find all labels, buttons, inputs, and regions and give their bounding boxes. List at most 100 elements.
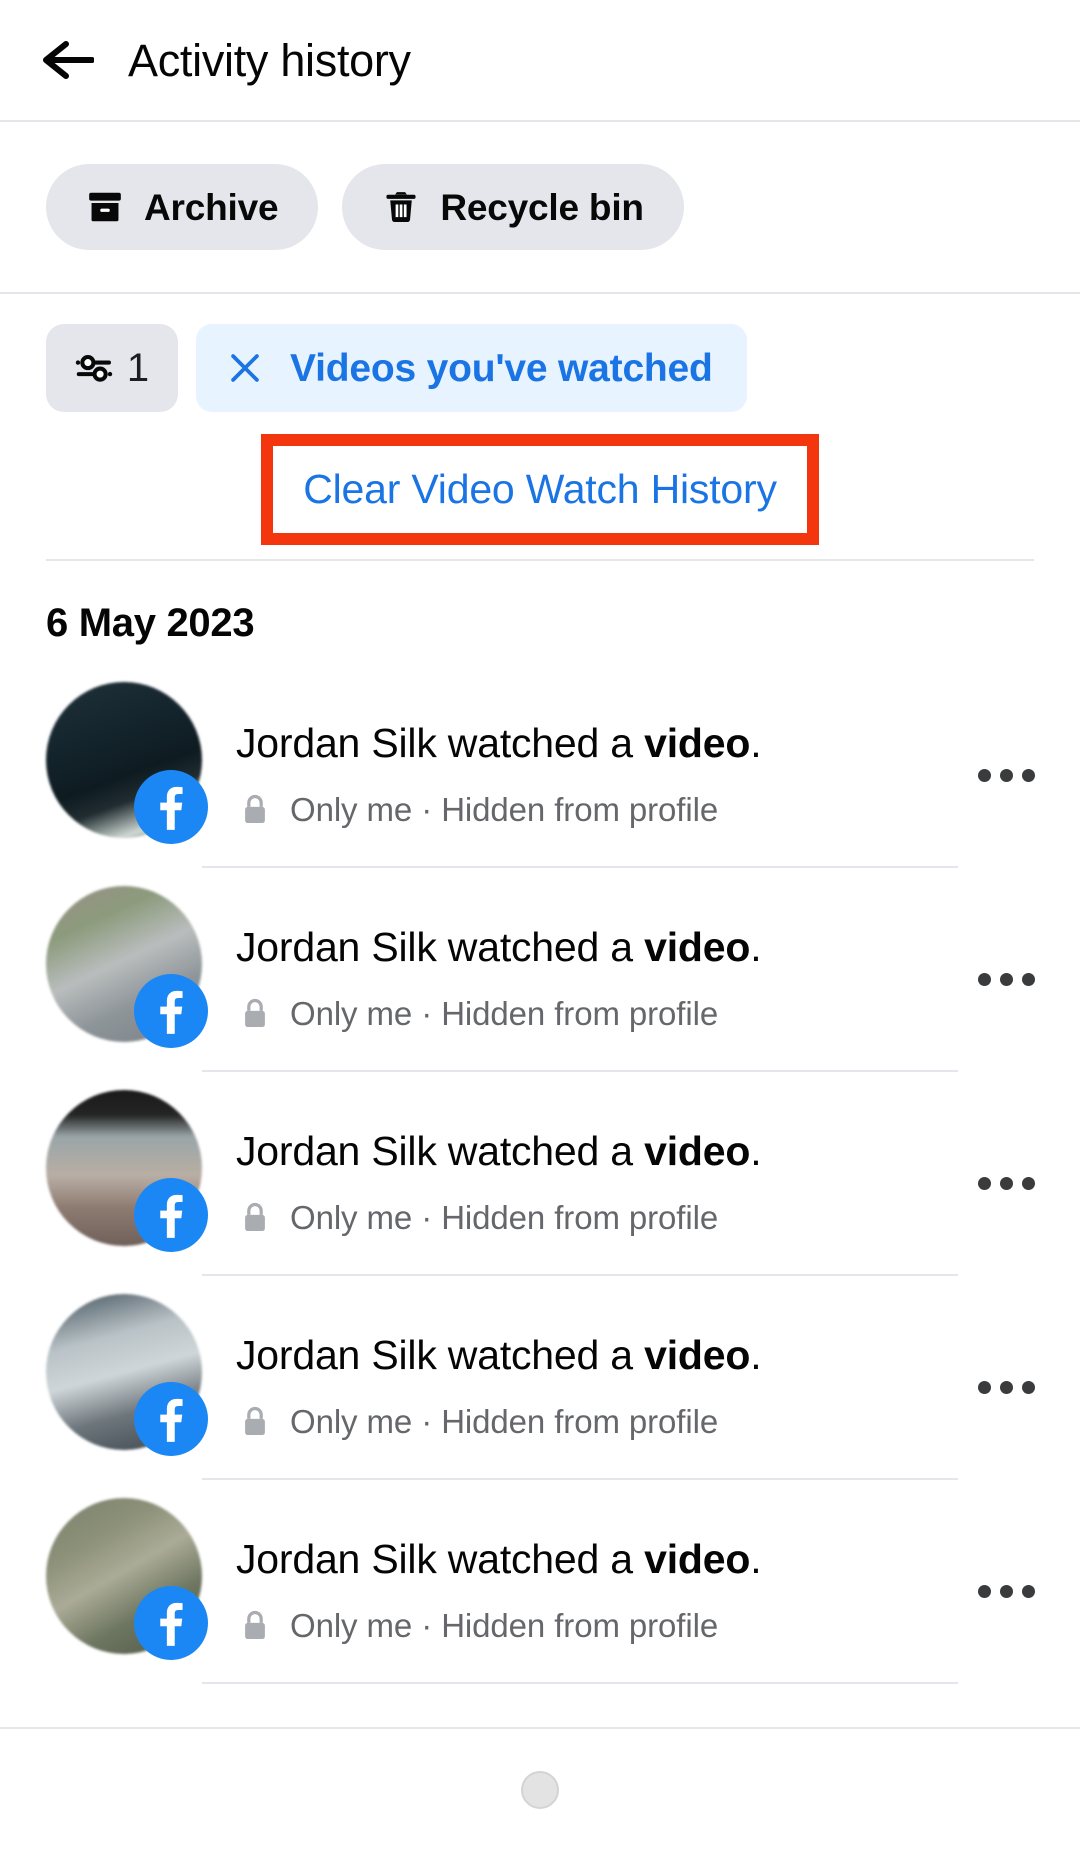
activity-title-prefix: Jordan Silk watched a [236, 720, 645, 767]
activity-row-body: Jordan Silk watched a video. Only me · H… [202, 1294, 958, 1481]
activity-title-suffix: . [750, 924, 762, 971]
lock-icon [236, 791, 274, 829]
archive-box-icon [86, 188, 124, 226]
lock-icon [236, 995, 274, 1033]
activity-meta-text: Only me · Hidden from profile [290, 791, 719, 829]
activity-meta: Only me · Hidden from profile [236, 995, 958, 1033]
activity-title-bold: video [644, 1536, 751, 1583]
filter-row: 1 Videos you've watched [0, 294, 1080, 412]
facebook-icon [134, 1382, 208, 1457]
clear-video-watch-history-link[interactable]: Clear Video Watch History [303, 467, 777, 511]
recycle-bin-chip-label: Recycle bin [440, 186, 644, 228]
page-title: Activity history [128, 34, 411, 86]
bottom-navigation-bar [0, 1727, 1080, 1851]
active-filter-label: Videos you've watched [290, 346, 713, 390]
facebook-icon [134, 1178, 208, 1253]
menu-dot [1021, 972, 1035, 986]
menu-dot [1021, 1176, 1035, 1190]
activity-title: Jordan Silk watched a video. [236, 1535, 958, 1584]
activity-meta: Only me · Hidden from profile [236, 1607, 958, 1645]
activity-row[interactable]: Jordan Silk watched a video. Only me · H… [46, 1072, 1080, 1277]
activity-row[interactable]: Jordan Silk watched a video. Only me · H… [46, 868, 1080, 1073]
activity-title-suffix: . [750, 1536, 762, 1583]
activity-title: Jordan Silk watched a video. [236, 1331, 958, 1380]
activity-meta: Only me · Hidden from profile [236, 1403, 958, 1441]
lock-icon [236, 1607, 274, 1645]
menu-dot [1021, 1584, 1035, 1598]
more-options-icon[interactable] [958, 1294, 1054, 1480]
activity-meta-text: Only me · Hidden from profile [290, 995, 719, 1033]
close-x-icon[interactable] [226, 349, 264, 387]
clear-history-highlight-box: Clear Video Watch History [261, 434, 819, 546]
activity-row[interactable]: Jordan Silk watched a video. Only me · H… [46, 664, 1080, 869]
menu-dot [999, 1584, 1013, 1598]
activity-row[interactable]: Jordan Silk watched a video. Only me · H… [46, 1276, 1080, 1481]
archive-chip-label: Archive [144, 186, 279, 228]
facebook-icon [134, 1586, 208, 1661]
active-filter-pill[interactable]: Videos you've watched [196, 324, 747, 412]
thumbnail-wrap[interactable] [46, 682, 208, 845]
activity-row-body: Jordan Silk watched a video. Only me · H… [202, 886, 958, 1073]
menu-dot [999, 972, 1013, 986]
activity-title-prefix: Jordan Silk watched a [236, 1536, 645, 1583]
activity-list: Jordan Silk watched a video. Only me · H… [0, 664, 1080, 1685]
activity-row[interactable]: Jordan Silk watched a video. Only me · H… [46, 1480, 1080, 1685]
thumbnail-wrap[interactable] [46, 1294, 208, 1457]
lock-icon [236, 1199, 274, 1237]
activity-title-prefix: Jordan Silk watched a [236, 1332, 645, 1379]
shortcut-chips-row: Archive Recycle bin [0, 122, 1080, 294]
menu-dot [977, 768, 991, 782]
menu-dot [1021, 1380, 1035, 1394]
activity-title-suffix: . [750, 720, 762, 767]
activity-row-body: Jordan Silk watched a video. Only me · H… [202, 682, 958, 869]
activity-title-bold: video [644, 720, 751, 767]
menu-dot [977, 1584, 991, 1598]
menu-dot [999, 768, 1013, 782]
more-options-icon[interactable] [958, 682, 1054, 868]
activity-row-body: Jordan Silk watched a video. Only me · H… [202, 1498, 958, 1685]
lock-icon [236, 1403, 274, 1441]
arrow-left-icon [43, 41, 94, 79]
more-options-icon[interactable] [958, 886, 1054, 1072]
activity-title-bold: video [644, 924, 751, 971]
date-header: 6 May 2023 [46, 601, 255, 646]
trash-icon [382, 188, 420, 226]
activity-meta-text: Only me · Hidden from profile [290, 1403, 719, 1441]
activity-title-prefix: Jordan Silk watched a [236, 924, 645, 971]
home-button-icon[interactable] [521, 1771, 559, 1809]
sliders-icon [75, 349, 113, 387]
menu-dot [1021, 768, 1035, 782]
activity-title-prefix: Jordan Silk watched a [236, 1128, 645, 1175]
activity-meta: Only me · Hidden from profile [236, 1199, 958, 1237]
app-header: Activity history [0, 0, 1080, 122]
clear-history-section: Clear Video Watch History [0, 412, 1080, 546]
activity-title-suffix: . [750, 1332, 762, 1379]
thumbnail-wrap[interactable] [46, 1498, 208, 1661]
menu-dot [977, 1176, 991, 1190]
recycle-bin-chip[interactable]: Recycle bin [342, 164, 684, 250]
activity-meta-text: Only me · Hidden from profile [290, 1607, 719, 1645]
more-options-icon[interactable] [958, 1498, 1054, 1684]
activity-title-suffix: . [750, 1128, 762, 1175]
activity-title: Jordan Silk watched a video. [236, 923, 958, 972]
activity-title: Jordan Silk watched a video. [236, 719, 958, 768]
filter-settings-button[interactable]: 1 [46, 324, 178, 412]
menu-dot [977, 1380, 991, 1394]
activity-title-bold: video [644, 1332, 751, 1379]
more-options-icon[interactable] [958, 1090, 1054, 1276]
archive-chip[interactable]: Archive [46, 164, 319, 250]
thumbnail-wrap[interactable] [46, 1090, 208, 1253]
back-button[interactable] [40, 32, 96, 88]
menu-dot [999, 1176, 1013, 1190]
menu-dot [999, 1380, 1013, 1394]
facebook-icon [134, 770, 208, 845]
activity-title-bold: video [644, 1128, 751, 1175]
activity-title: Jordan Silk watched a video. [236, 1127, 958, 1176]
filter-count-label: 1 [126, 346, 150, 390]
facebook-icon [134, 974, 208, 1049]
activity-meta: Only me · Hidden from profile [236, 791, 958, 829]
thumbnail-wrap[interactable] [46, 886, 208, 1049]
activity-row-body: Jordan Silk watched a video. Only me · H… [202, 1090, 958, 1277]
menu-dot [977, 972, 991, 986]
activity-meta-text: Only me · Hidden from profile [290, 1199, 719, 1237]
